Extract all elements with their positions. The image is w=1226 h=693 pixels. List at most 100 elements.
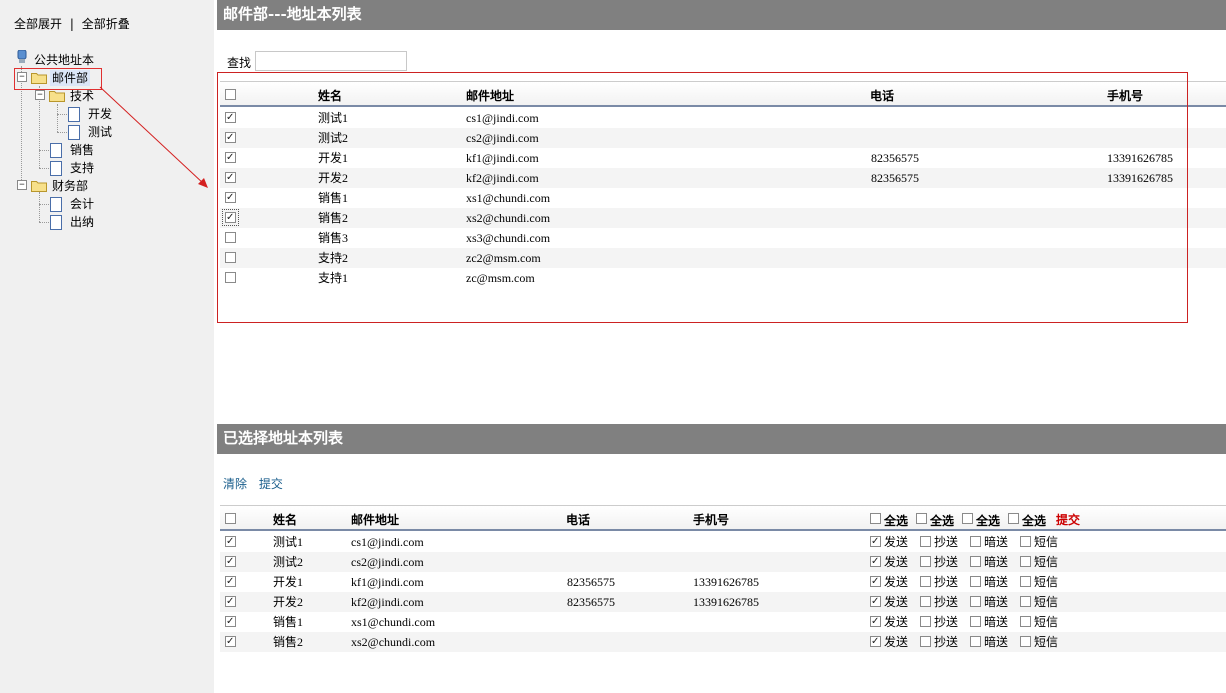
option-sms-checkbox[interactable] — [1020, 636, 1031, 647]
table-row[interactable]: 支持2 zc2@msm.com — [220, 248, 1226, 268]
select-all-send-checkbox[interactable] — [870, 513, 881, 524]
option-send-checkbox[interactable] — [870, 632, 881, 652]
option-label: 短信 — [1034, 635, 1059, 649]
option-sms-checkbox[interactable] — [1020, 536, 1031, 547]
option-send-checkbox[interactable] — [870, 532, 881, 552]
option-bcc-checkbox[interactable] — [970, 556, 981, 567]
option-bcc-checkbox[interactable] — [970, 576, 981, 587]
table-row[interactable]: 销售2 xs2@chundi.com — [220, 208, 1226, 228]
table-row[interactable]: 测试2 cs2@jindi.com — [220, 128, 1226, 148]
table-row[interactable]: 销售1 xs1@chundi.com 发送 抄送 暗送 短信 — [220, 612, 1226, 632]
column-header-mobile: 手机号 — [1107, 89, 1144, 103]
row-checkbox[interactable] — [225, 108, 236, 128]
option-label: 抄送 — [934, 575, 959, 589]
option-label: 暗送 — [984, 635, 1009, 649]
select-all-bcc-checkbox[interactable] — [962, 513, 973, 524]
clear-link[interactable]: 清除 — [223, 477, 247, 491]
option-cc-checkbox[interactable] — [920, 616, 931, 627]
cell-email: kf1@jindi.com — [466, 151, 539, 165]
row-checkbox[interactable] — [225, 148, 236, 168]
search-input[interactable] — [255, 51, 407, 71]
cell-email: zc2@msm.com — [466, 251, 541, 265]
address-list-header: 邮件部---地址本列表 — [217, 0, 1226, 30]
option-label: 短信 — [1034, 555, 1059, 569]
cell-email: xs1@chundi.com — [466, 191, 551, 205]
select-all-checkbox[interactable] — [225, 89, 236, 100]
option-cc-checkbox[interactable] — [920, 536, 931, 547]
select-all-cc-checkbox[interactable] — [916, 513, 927, 524]
submit-options-button[interactable]: 提交 — [1056, 511, 1080, 528]
option-label: 发送 — [884, 555, 909, 569]
cell-name: 销售1 — [318, 191, 349, 205]
option-bcc-checkbox[interactable] — [970, 536, 981, 547]
option-sms-checkbox[interactable] — [1020, 616, 1031, 627]
search-label: 查找 — [227, 56, 252, 70]
cell-email: cs1@jindi.com — [466, 111, 539, 125]
cell-name: 销售3 — [318, 231, 349, 245]
cell-name: 销售2 — [273, 635, 304, 649]
option-label: 抄送 — [934, 555, 959, 569]
select-all-sms-checkbox[interactable] — [1008, 513, 1019, 524]
option-send-checkbox[interactable] — [870, 612, 881, 632]
row-checkbox[interactable] — [225, 632, 236, 652]
table-row[interactable]: 销售1 xs1@chundi.com — [220, 188, 1226, 208]
cell-name: 测试1 — [318, 111, 349, 125]
table-row[interactable]: 开发1 kf1@jindi.com 82356575 13391626785 发送 抄送 暗… — [220, 572, 1226, 592]
cell-name: 测试2 — [318, 131, 349, 145]
table-row[interactable]: 开发1 kf1@jindi.com 82356575 13391626785 — [220, 148, 1226, 168]
row-checkbox[interactable] — [225, 272, 236, 283]
row-checkbox[interactable] — [225, 252, 236, 263]
option-label: 发送 — [884, 575, 909, 589]
table-row[interactable]: 测试1 cs1@jindi.com — [220, 108, 1226, 128]
option-label: 短信 — [1034, 615, 1059, 629]
column-header-phone: 电话 — [566, 513, 591, 527]
cell-name: 开发1 — [273, 575, 304, 589]
option-cc-checkbox[interactable] — [920, 576, 931, 587]
row-checkbox[interactable] — [225, 188, 236, 208]
cell-email: xs2@chundi.com — [351, 635, 436, 649]
submit-link[interactable]: 提交 — [259, 477, 283, 491]
table-row[interactable]: 测试1 cs1@jindi.com 发送 抄送 暗送 短信 — [220, 532, 1226, 552]
option-bcc-checkbox[interactable] — [970, 616, 981, 627]
cell-email: xs2@chundi.com — [466, 211, 551, 225]
cell-name: 测试1 — [273, 535, 304, 549]
column-header-phone: 电话 — [870, 89, 895, 103]
option-send-checkbox[interactable] — [870, 572, 881, 592]
option-sms-checkbox[interactable] — [1020, 556, 1031, 567]
option-bcc-checkbox[interactable] — [970, 636, 981, 647]
table-row[interactable]: 开发2 kf2@jindi.com 82356575 13391626785 发送 抄送 暗… — [220, 592, 1226, 612]
table-row[interactable]: 销售2 xs2@chundi.com 发送 抄送 暗送 短信 — [220, 632, 1226, 652]
row-checkbox[interactable] — [225, 232, 236, 243]
option-label: 短信 — [1034, 595, 1059, 609]
row-checkbox[interactable] — [225, 128, 236, 148]
cell-email: cs2@jindi.com — [466, 131, 539, 145]
select-all-label: 全选 — [976, 514, 1001, 528]
option-bcc-checkbox[interactable] — [970, 596, 981, 607]
cell-mobile: 13391626785 — [1107, 151, 1173, 165]
option-label: 发送 — [884, 595, 909, 609]
option-cc-checkbox[interactable] — [920, 556, 931, 567]
option-cc-checkbox[interactable] — [920, 596, 931, 607]
cell-name: 开发1 — [318, 151, 349, 165]
row-checkbox[interactable] — [225, 532, 236, 552]
select-all-checkbox[interactable] — [225, 513, 236, 524]
row-checkbox[interactable] — [225, 168, 236, 188]
option-sms-checkbox[interactable] — [1020, 576, 1031, 587]
table-row[interactable]: 开发2 kf2@jindi.com 82356575 13391626785 — [220, 168, 1226, 188]
option-sms-checkbox[interactable] — [1020, 596, 1031, 607]
option-send-checkbox[interactable] — [870, 592, 881, 612]
cell-name: 开发2 — [318, 171, 349, 185]
row-checkbox[interactable] — [225, 552, 236, 572]
row-checkbox[interactable] — [225, 572, 236, 592]
cell-phone: 82356575 — [871, 151, 919, 165]
row-checkbox[interactable] — [225, 612, 236, 632]
row-checkbox[interactable] — [222, 208, 239, 228]
option-cc-checkbox[interactable] — [920, 636, 931, 647]
cell-name: 测试2 — [273, 555, 304, 569]
option-send-checkbox[interactable] — [870, 552, 881, 572]
column-header-email: 邮件地址 — [351, 513, 400, 527]
table-row[interactable]: 销售3 xs3@chundi.com — [220, 228, 1226, 248]
row-checkbox[interactable] — [225, 592, 236, 612]
table-row[interactable]: 测试2 cs2@jindi.com 发送 抄送 暗送 短信 — [220, 552, 1226, 572]
table-row[interactable]: 支持1 zc@msm.com — [220, 268, 1226, 288]
